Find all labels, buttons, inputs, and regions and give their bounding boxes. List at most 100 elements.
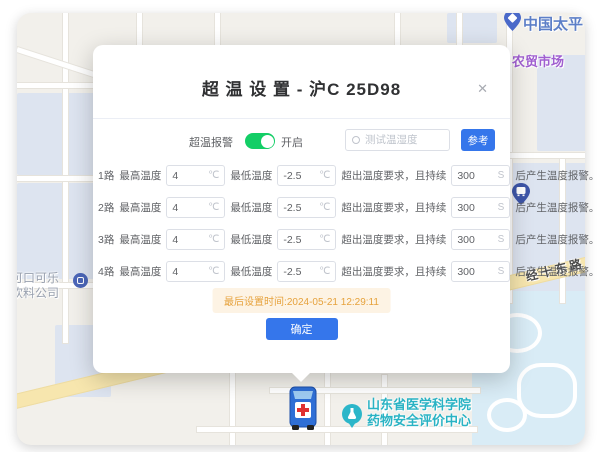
temp-row-3: 3路 最高温度 ℃ 最低温度 ℃ 超出温度要求，且持续 S 后产生温度报警。 bbox=[98, 229, 505, 250]
seconds-unit: S bbox=[498, 266, 505, 277]
tail-label: 后产生温度报警。 bbox=[515, 200, 599, 215]
map-road bbox=[17, 83, 101, 88]
duration-field: S bbox=[451, 261, 510, 282]
min-temp-label: 最低温度 bbox=[230, 200, 272, 215]
channel-label: 4路 bbox=[98, 264, 114, 279]
exceed-label: 超出温度要求，且持续 bbox=[341, 264, 446, 279]
min-temp-label: 最低温度 bbox=[230, 264, 272, 279]
channel-label: 3路 bbox=[98, 232, 114, 247]
alarm-state-label: 开启 bbox=[281, 134, 303, 150]
poi-cola-line1: 可口可乐 bbox=[17, 271, 59, 286]
probe-input[interactable] bbox=[365, 134, 443, 146]
poi-medical-label: 山东省医学科学院 药物安全评价中心 bbox=[367, 397, 471, 429]
max-temp-input[interactable] bbox=[172, 170, 208, 182]
seconds-unit: S bbox=[498, 170, 505, 181]
duration-input[interactable] bbox=[457, 202, 497, 214]
search-icon bbox=[352, 136, 360, 144]
temp-row-1: 1路 最高温度 ℃ 最低温度 ℃ 超出温度要求，且持续 S 后产生温度报警。 bbox=[98, 165, 505, 186]
alarm-control-row: 超温报警 开启 参考 bbox=[93, 129, 510, 153]
max-temp-input[interactable] bbox=[172, 234, 208, 246]
max-temp-input[interactable] bbox=[172, 202, 208, 214]
cola-poi-icon[interactable] bbox=[73, 273, 88, 288]
celsius-unit: ℃ bbox=[208, 266, 219, 277]
over-temp-settings-dialog: 超 温 设 置 - 沪C 25D98 ✕ 超温报警 开启 参考 1路 最高温度 … bbox=[93, 45, 510, 373]
temp-row-4: 4路 最高温度 ℃ 最低温度 ℃ 超出温度要求，且持续 S 后产生温度报警。 bbox=[98, 261, 505, 282]
poi-cola-label: 可口可乐 饮料公司 bbox=[17, 271, 59, 301]
exceed-label: 超出温度要求，且持续 bbox=[341, 200, 446, 215]
celsius-unit: ℃ bbox=[319, 266, 330, 277]
celsius-unit: ℃ bbox=[319, 202, 330, 213]
map-road bbox=[325, 373, 330, 445]
map-road bbox=[395, 13, 400, 47]
max-temp-field: ℃ bbox=[166, 197, 225, 218]
poi-medical-line1: 山东省医学科学院 bbox=[367, 397, 471, 413]
celsius-unit: ℃ bbox=[208, 202, 219, 213]
divider bbox=[93, 118, 510, 119]
max-temp-label: 最高温度 bbox=[119, 232, 161, 247]
map-block bbox=[17, 183, 97, 279]
screenshot-stage: 经十东路 中国太平 农贸市场 可口可乐 饮料公司 bbox=[0, 0, 600, 452]
close-icon[interactable]: ✕ bbox=[477, 81, 488, 97]
min-temp-label: 最低温度 bbox=[230, 168, 272, 183]
min-temp-input[interactable] bbox=[283, 266, 319, 278]
duration-field: S bbox=[451, 165, 510, 186]
insurance-pin-icon[interactable] bbox=[504, 13, 521, 36]
min-temp-input[interactable] bbox=[283, 202, 319, 214]
alarm-label: 超温报警 bbox=[189, 134, 233, 150]
channel-label: 1路 bbox=[98, 168, 114, 183]
map-block bbox=[17, 93, 97, 175]
map-block bbox=[447, 13, 497, 43]
seconds-unit: S bbox=[498, 234, 505, 245]
celsius-unit: ℃ bbox=[319, 170, 330, 181]
min-temp-label: 最低温度 bbox=[230, 232, 272, 247]
max-temp-field: ℃ bbox=[166, 165, 225, 186]
duration-input[interactable] bbox=[457, 170, 497, 182]
max-temp-input[interactable] bbox=[172, 266, 208, 278]
min-temp-input[interactable] bbox=[283, 170, 319, 182]
probe-input-box bbox=[345, 129, 450, 151]
truck-marker[interactable] bbox=[286, 385, 320, 436]
duration-input[interactable] bbox=[457, 234, 497, 246]
temp-row-2: 2路 最高温度 ℃ 最低温度 ℃ 超出温度要求，且持续 S 后产生温度报警。 bbox=[98, 197, 505, 218]
duration-field: S bbox=[451, 197, 510, 218]
channel-label: 2路 bbox=[98, 200, 114, 215]
map-road bbox=[230, 371, 235, 445]
celsius-unit: ℃ bbox=[208, 170, 219, 181]
confirm-button[interactable]: 确定 bbox=[266, 318, 338, 340]
max-temp-label: 最高温度 bbox=[119, 200, 161, 215]
celsius-unit: ℃ bbox=[319, 234, 330, 245]
min-temp-field: ℃ bbox=[277, 261, 336, 282]
exceed-label: 超出温度要求，且持续 bbox=[341, 232, 446, 247]
alarm-toggle[interactable] bbox=[245, 133, 275, 149]
max-temp-label: 最高温度 bbox=[119, 264, 161, 279]
min-temp-field: ℃ bbox=[277, 165, 336, 186]
tail-label: 后产生温度报警。 bbox=[515, 232, 599, 247]
last-set-time-notice: 最后设置时间:2024-05-21 12:29:11 bbox=[212, 288, 391, 313]
poi-medical-line2: 药物安全评价中心 bbox=[367, 413, 471, 429]
tail-label: 后产生温度报警。 bbox=[515, 264, 599, 279]
map-road bbox=[505, 153, 585, 158]
map-road bbox=[215, 13, 220, 49]
max-temp-field: ℃ bbox=[166, 229, 225, 250]
poi-market-label: 农贸市场 bbox=[512, 51, 564, 70]
dialog-anchor-tail bbox=[291, 372, 311, 382]
poi-insurance-label: 中国太平 bbox=[523, 13, 585, 34]
max-temp-label: 最高温度 bbox=[119, 168, 161, 183]
park-path bbox=[487, 398, 527, 432]
duration-input[interactable] bbox=[457, 266, 497, 278]
reference-button[interactable]: 参考 bbox=[461, 129, 495, 151]
min-temp-field: ℃ bbox=[277, 229, 336, 250]
exceed-label: 超出温度要求，且持续 bbox=[341, 168, 446, 183]
medical-poi-icon[interactable] bbox=[342, 404, 362, 433]
min-temp-input[interactable] bbox=[283, 234, 319, 246]
tail-label: 后产生温度报警。 bbox=[515, 168, 599, 183]
duration-field: S bbox=[451, 229, 510, 250]
dialog-title: 超 温 设 置 - 沪C 25D98 bbox=[93, 75, 510, 100]
toggle-knob bbox=[261, 135, 274, 148]
celsius-unit: ℃ bbox=[208, 234, 219, 245]
max-temp-field: ℃ bbox=[166, 261, 225, 282]
map-road bbox=[17, 176, 101, 181]
poi-cola-line2: 饮料公司 bbox=[17, 286, 59, 301]
seconds-unit: S bbox=[498, 202, 505, 213]
min-temp-field: ℃ bbox=[277, 197, 336, 218]
